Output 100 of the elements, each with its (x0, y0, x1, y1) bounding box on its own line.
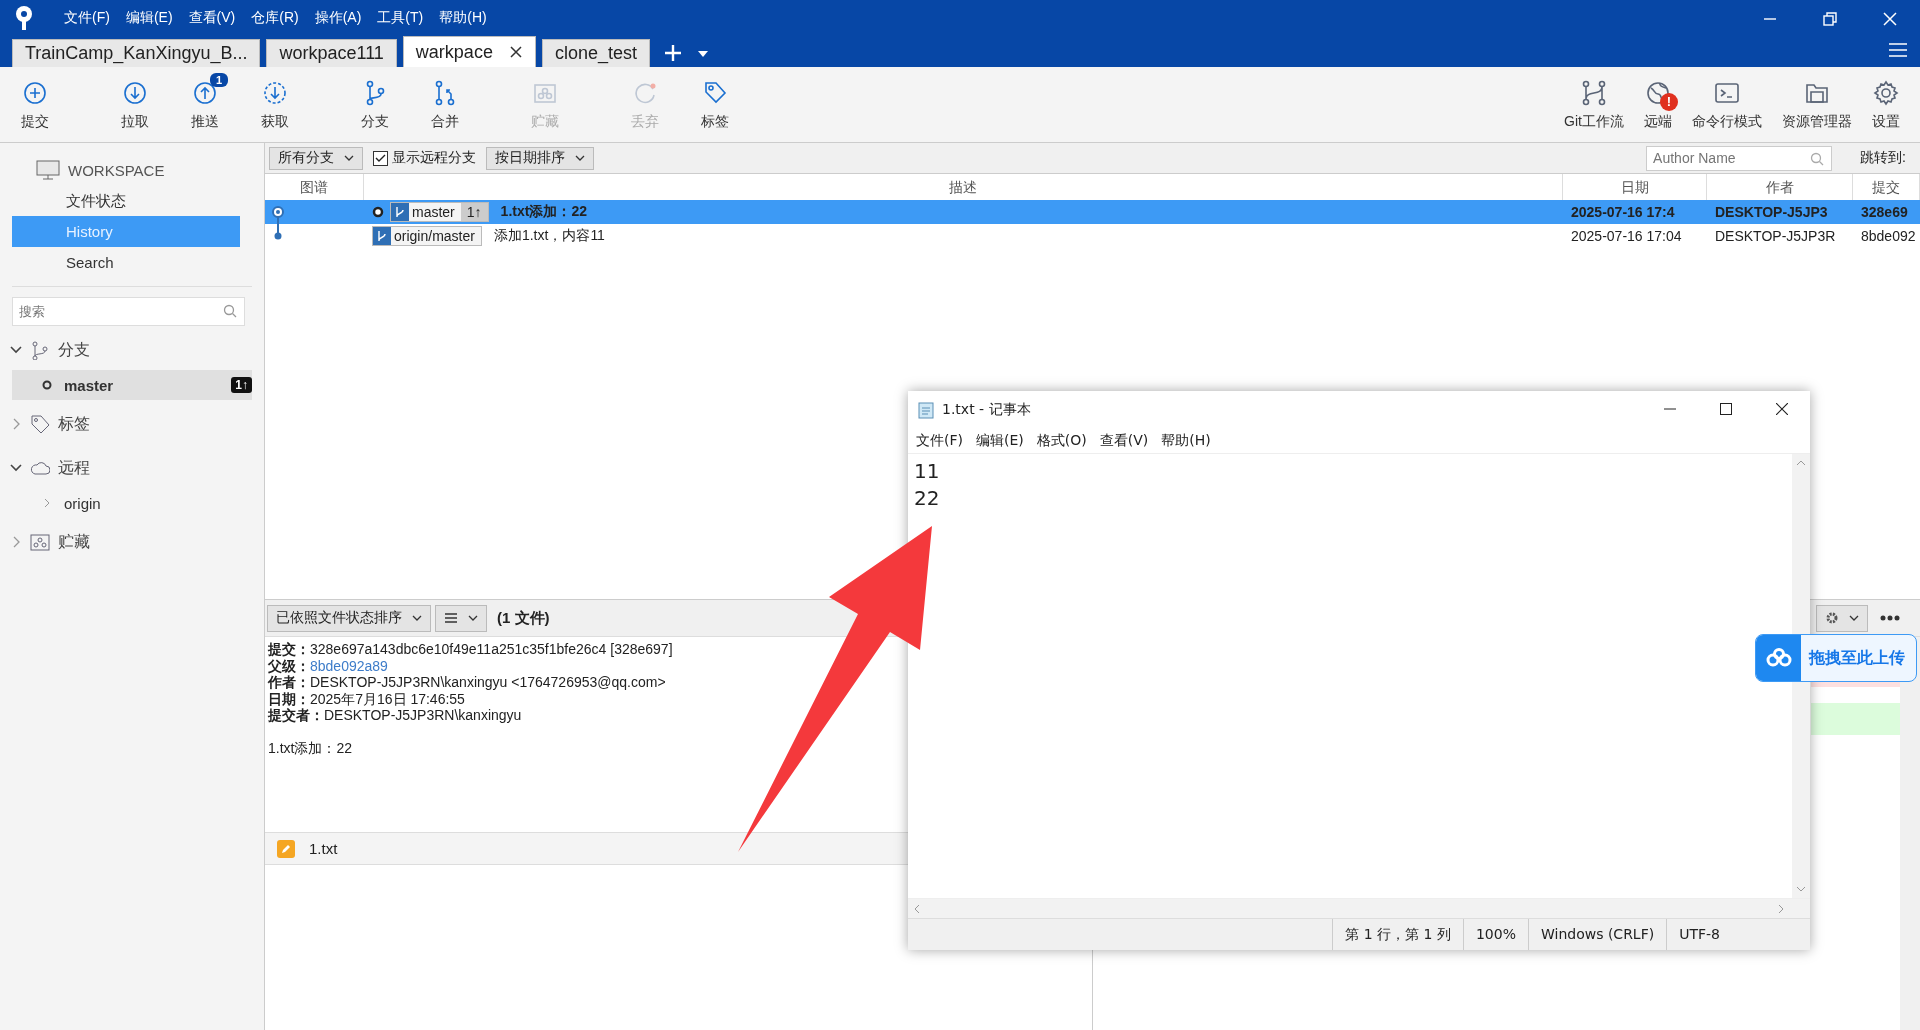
check-icon (375, 153, 386, 163)
scroll-down-icon[interactable] (1796, 886, 1806, 892)
git-flow-icon (1581, 80, 1608, 106)
caret-icon (468, 615, 478, 621)
parent-commit-link[interactable]: 8bde092a89 (310, 657, 388, 674)
tag-icon (702, 80, 728, 106)
date-cell-text: 2025-07-16 17:04 (1570, 228, 1683, 244)
caret-icon (575, 155, 585, 161)
commit-row[interactable]: origin/master 添加1.txt，内容11 2025-07-16 17:04 DESKTOP-J5JP3R 8bde092 (265, 224, 1920, 248)
tree-group[interactable]: 远程 (10, 448, 264, 488)
cloud-icon (1764, 648, 1793, 668)
commit-info-line: 提交者：DESKTOP-J5JP3RN\kanxingyu (268, 707, 523, 724)
options-dropdown[interactable] (1816, 604, 1868, 632)
menu-item[interactable]: 帮助(H) (431, 9, 495, 27)
toolbar-button[interactable]: 设置 (1862, 67, 1910, 142)
file-sort-dropdown[interactable]: 已依照文件状态排序 (267, 604, 431, 632)
chevron-down-icon[interactable] (10, 462, 22, 474)
menu-item[interactable]: 操作(A) (306, 9, 370, 27)
scroll-left-icon[interactable] (914, 904, 920, 914)
commit-message: 添加1.txt，内容11 (493, 227, 605, 245)
more-icon[interactable] (1880, 615, 1900, 621)
upload-toast[interactable]: 拖拽至此上传 (1755, 634, 1917, 682)
author-filter-field[interactable]: Author Name (1646, 145, 1833, 171)
repo-tab[interactable]: workpace111 (266, 39, 397, 67)
globe-icon (1645, 80, 1671, 106)
toolbar-button[interactable]: 拉取 (100, 67, 170, 142)
tree-item[interactable]: origin (12, 488, 252, 518)
commit-info-line: 日期：2025年7月16日 17:46:55 (268, 690, 466, 707)
commit-info-line: 提交：328e697a143dbc6e10f49e11a251c35f1bfe26c4 [328e697] (268, 641, 674, 658)
stash-box-icon (30, 532, 50, 552)
sort-dropdown[interactable]: 按日期排序 (486, 146, 594, 170)
file-count: (1 文件) (497, 608, 550, 628)
commit-row[interactable]: master 1↑ 1.txt添加：22 2025-07-16 17:4 DESKTOP-J5JP3 328e69 (265, 200, 1920, 224)
sidebar-item[interactable]: 文件状态 (12, 185, 240, 216)
file-row[interactable]: 1.txt (265, 832, 908, 865)
dashed-down-arrow-circle-icon (262, 80, 288, 106)
scroll-right-icon[interactable] (1778, 904, 1784, 914)
toolbar-button[interactable]: 推送 1 (170, 67, 240, 142)
status-text: 100% (1462, 919, 1528, 950)
branch-filter-dropdown[interactable]: 所有分支 (269, 146, 363, 170)
add-tab-icon[interactable] (663, 44, 682, 62)
close-icon[interactable] (508, 45, 523, 59)
menu-item[interactable]: 编辑(E) (976, 432, 1024, 450)
menu-item[interactable]: 文件(F) (56, 9, 118, 27)
hash-cell-text: 328e69 (1860, 204, 1909, 220)
menu-icon[interactable] (1888, 42, 1908, 58)
branch-label[interactable]: origin/master (372, 226, 482, 246)
commit-dot-icon (42, 380, 52, 390)
menu-item[interactable]: 工具(T) (369, 9, 432, 27)
scroll-up-icon[interactable] (1796, 460, 1806, 466)
toolbar-button[interactable]: 分支 (340, 67, 410, 142)
tree-group[interactable]: 贮藏 (10, 522, 264, 562)
list-icon (444, 612, 458, 624)
caret-icon (412, 615, 422, 621)
terminal-icon (1714, 80, 1740, 106)
toolbar-button[interactable]: Git工作流 (1554, 67, 1634, 142)
chevron-right-icon[interactable] (42, 498, 52, 508)
maximize-icon[interactable] (1720, 403, 1732, 415)
repo-tab[interactable]: TrainCamp_KanXingyu_B... (12, 39, 261, 67)
menu-item[interactable]: 帮助(H) (1161, 432, 1211, 450)
repo-tab[interactable]: warkpace (402, 36, 536, 67)
search-field[interactable]: 搜索 (12, 297, 245, 326)
branch-label[interactable]: master 1↑ (390, 202, 489, 222)
down-arrow-circle-icon (122, 80, 148, 106)
commit-message: 1.txt添加：22 (500, 203, 587, 221)
toolbar-button[interactable]: 提交 (0, 67, 70, 142)
status-text: Windows (CRLF) (1527, 919, 1667, 950)
sidebar-item[interactable]: Search (12, 247, 240, 278)
close-icon[interactable] (1776, 403, 1788, 415)
chevron-down-icon[interactable] (10, 344, 22, 356)
dropdown-icon[interactable] (697, 51, 708, 57)
repo-tab[interactable]: clone_test (541, 39, 650, 67)
menu-item[interactable]: 文件(F) (916, 432, 963, 450)
show-remote-checkbox[interactable]: 显示远程分支 (373, 149, 476, 167)
toolbar-button[interactable]: 合并 (410, 67, 480, 142)
menu-item[interactable]: 格式(O) (1036, 432, 1087, 450)
tree-group[interactable]: 分支 (10, 330, 264, 370)
workspace-label: WORKSPACE (68, 161, 165, 179)
status-text: 第 1 行，第 1 列 (1332, 919, 1463, 950)
toolbar-button[interactable]: 获取 (240, 67, 310, 142)
restore-icon[interactable] (1823, 12, 1837, 26)
jump-to-label: 跳转到: (1860, 149, 1906, 167)
tree-item[interactable]: master 1↑ (12, 370, 252, 400)
menu-item[interactable]: 查看(V) (180, 9, 244, 27)
toolbar-button[interactable]: 命令行模式 (1682, 67, 1772, 142)
toolbar-button[interactable]: 远端 ! (1634, 67, 1682, 142)
view-mode-dropdown[interactable] (435, 604, 487, 632)
search-icon (223, 304, 237, 318)
author-cell-text: DESKTOP-J5JP3R (1714, 228, 1837, 244)
toolbar-button[interactable]: 资源管理器 (1772, 67, 1862, 142)
menu-item[interactable]: 仓库(R) (243, 9, 307, 27)
tree-group[interactable]: 标签 (10, 404, 264, 444)
toolbar-button[interactable]: 标签 (680, 67, 750, 142)
menu-item[interactable]: 编辑(E) (117, 9, 181, 27)
date-cell-text: 2025-07-16 17:4 (1570, 204, 1676, 220)
menu-item[interactable]: 查看(V) (1099, 432, 1149, 450)
monitor-icon (36, 160, 60, 180)
gear-icon (1825, 611, 1839, 625)
app-logo-icon (14, 5, 34, 31)
gear-icon (1873, 80, 1899, 106)
